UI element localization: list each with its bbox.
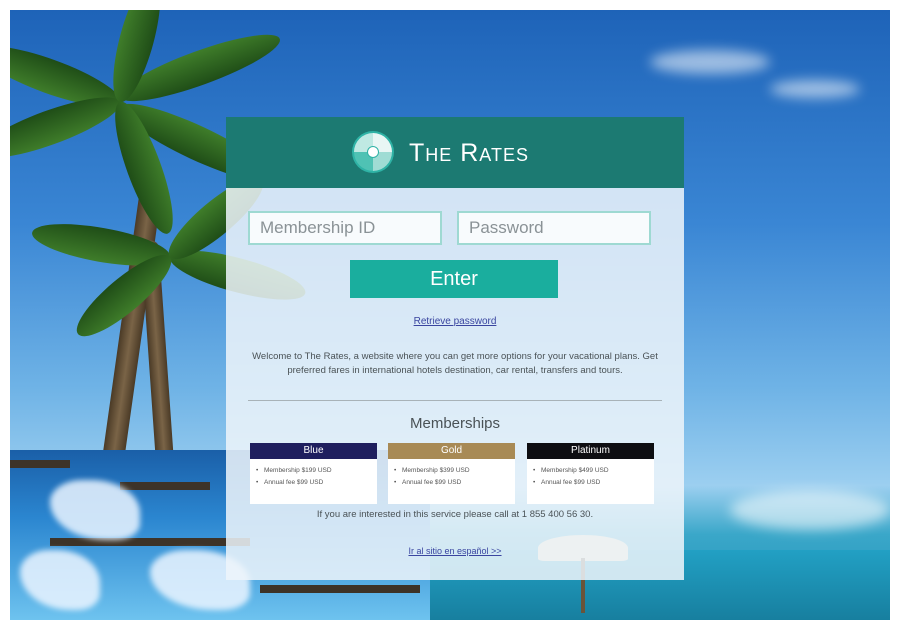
cloud [730,490,890,530]
header-bar: The Rates [226,117,684,188]
divider [248,400,662,401]
membership-card-gold: Gold Membership $399 USD Annual fee $99 … [388,443,515,504]
pool-step [260,585,420,593]
spanish-site-link[interactable]: Ir al sitio en español >> [226,546,684,556]
retrieve-password-link[interactable]: Retrieve password [226,316,684,327]
cloud [650,50,770,74]
card-item: Annual fee $99 USD [256,477,377,489]
membership-card-platinum: Platinum Membership $499 USD Annual fee … [527,443,654,504]
memberships-title: Memberships [409,415,501,432]
swirl-logo-icon [352,131,394,173]
pool-step [50,538,250,546]
brand-name: The Rates [409,139,529,167]
card-title: Blue [250,443,377,459]
membership-id-input[interactable] [248,211,442,245]
card-title: Platinum [527,443,654,459]
login-panel: The Rates Enter Retrieve password Welcom… [226,117,684,580]
card-item: Membership $199 USD [256,465,377,477]
call-info-text: If you are interested in this service pl… [316,509,594,520]
cloud [770,80,860,98]
welcome-text: Welcome to The Rates, a website where yo… [252,351,658,376]
pool-step [10,460,70,468]
membership-card-blue: Blue Membership $199 USD Annual fee $99 … [250,443,377,504]
card-item: Annual fee $99 USD [394,477,515,489]
card-item: Annual fee $99 USD [533,477,654,489]
card-item: Membership $499 USD [533,465,654,477]
card-title: Gold [388,443,515,459]
pool-step [120,482,210,490]
password-input[interactable] [457,211,651,245]
enter-button[interactable]: Enter [350,260,558,298]
card-item: Membership $399 USD [394,465,515,477]
